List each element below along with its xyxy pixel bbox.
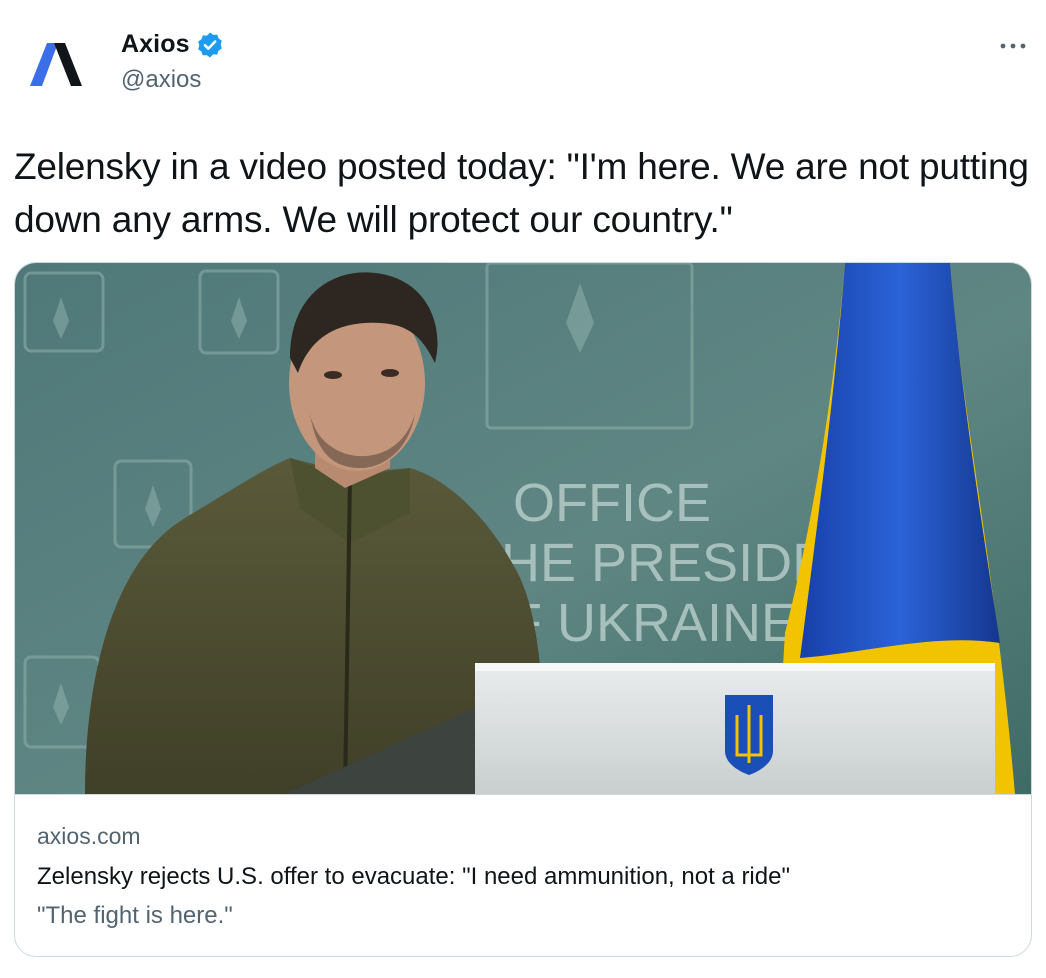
- card-headline[interactable]: Zelensky rejects U.S. offer to evacuate:…: [37, 863, 790, 891]
- signage-line-3: F UKRAINE: [509, 593, 797, 653]
- link-card[interactable]: OFFICE HE PRESIDENT F UKRAINE axios.com …: [14, 262, 1032, 957]
- signage-line-1: OFFICE: [513, 473, 711, 533]
- author-avatar[interactable]: [14, 24, 96, 106]
- axios-logo-icon: [30, 43, 82, 86]
- tweet[interactable]: Axios @axios Zelensky in a video posted …: [0, 0, 1046, 978]
- card-domain: axios.com: [37, 823, 141, 849]
- card-description: "The fight is here.": [37, 902, 233, 929]
- card-details[interactable]: axios.com Zelensky rejects U.S. offer to…: [15, 794, 1031, 956]
- tweet-text: Zelensky in a video posted today: "I'm h…: [14, 146, 1029, 240]
- author-handle[interactable]: @axios: [121, 66, 201, 94]
- card-image[interactable]: OFFICE HE PRESIDENT F UKRAINE: [15, 263, 1031, 794]
- more-options-icon[interactable]: [998, 36, 1028, 56]
- verified-badge-icon: [196, 31, 224, 59]
- author-name-row[interactable]: Axios: [121, 30, 224, 59]
- author-display-name[interactable]: Axios: [121, 30, 190, 59]
